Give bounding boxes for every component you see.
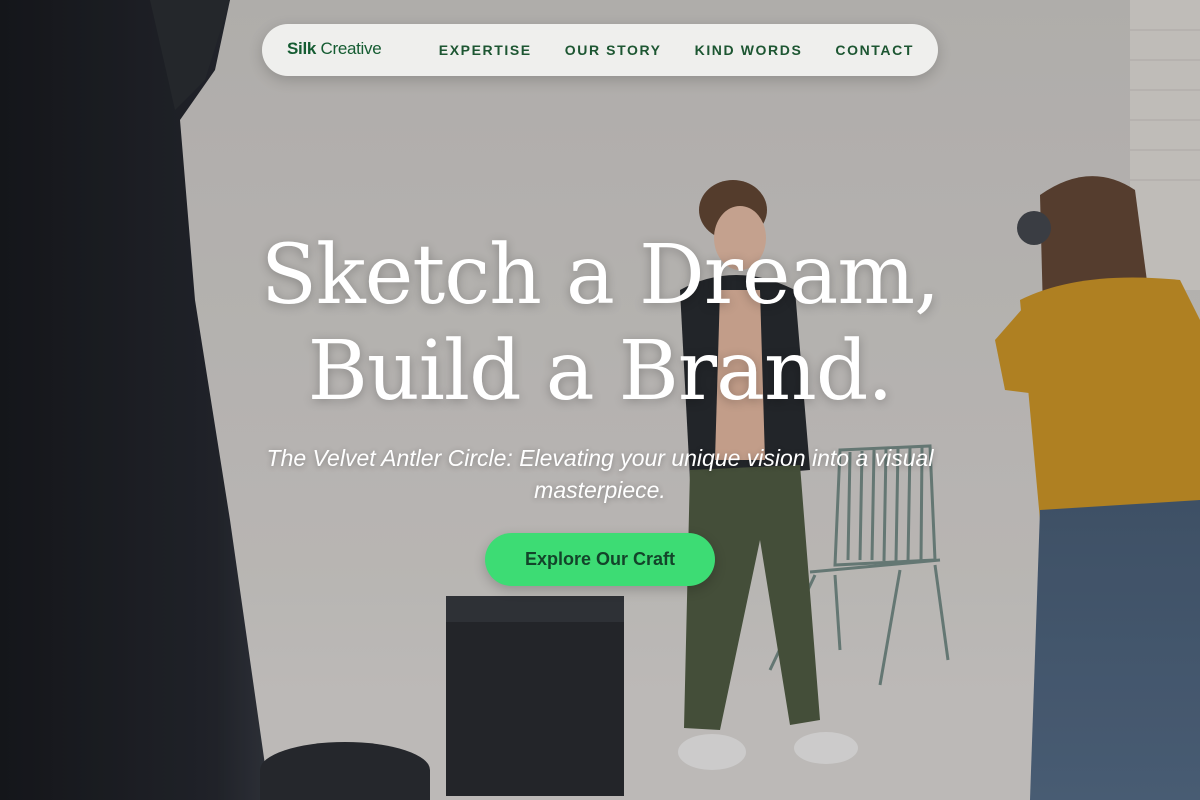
nav-link-our-story[interactable]: OUR STORY [565,42,662,58]
brand-logo[interactable]: Silk Creative [287,39,382,59]
explore-craft-button[interactable]: Explore Our Craft [485,533,715,586]
brand-name-bold: Silk [287,39,317,58]
nav-links: EXPERTISE OUR STORY KIND WORDS CONTACT [439,42,914,58]
hero-subtitle: The Velvet Antler Circle: Elevating your… [266,445,934,503]
brand-name-rest: Creative [320,39,382,58]
hero-title-line-1: Sketch a Dream, [260,228,940,323]
hero-title: Sketch a Dream, Build a Brand. [150,228,1050,420]
navbar: Silk Creative EXPERTISE OUR STORY KIND W… [262,24,938,76]
nav-link-contact[interactable]: CONTACT [835,42,914,58]
nav-link-kind-words[interactable]: KIND WORDS [695,42,803,58]
nav-link-expertise[interactable]: EXPERTISE [439,42,532,58]
hero-title-line-2: Build a Brand. [307,324,894,419]
